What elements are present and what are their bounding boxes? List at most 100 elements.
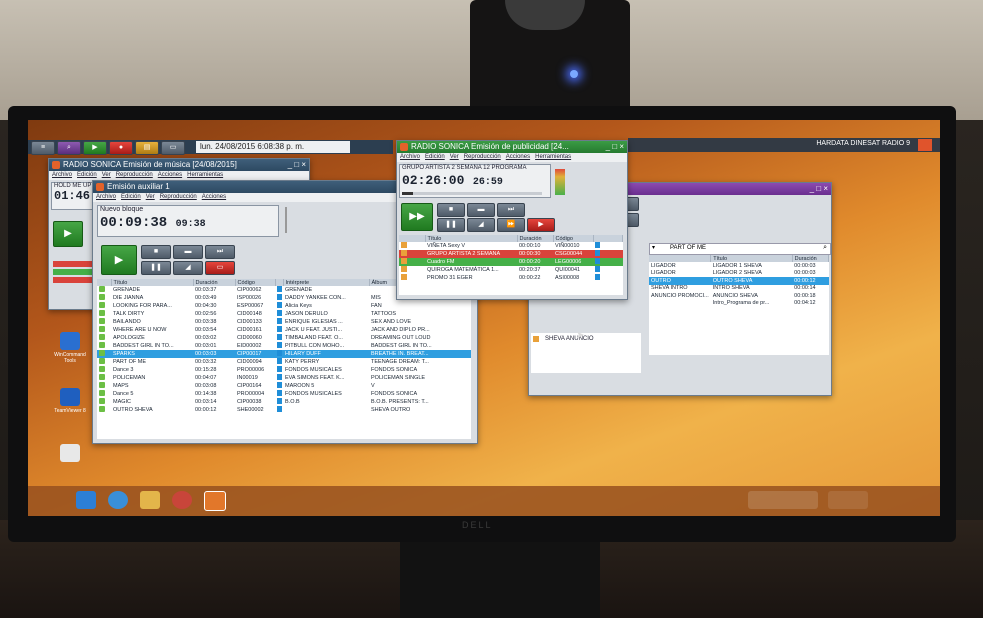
table-row[interactable]: MAGIC 00:03:14 CIP00038 B.O.B B.O.B. PRESENT… — [97, 398, 471, 406]
table-row[interactable]: TALK DIRTY 00:02:56 CID00148 JASON DERULO TA… — [97, 310, 471, 318]
chrome-icon[interactable] — [172, 491, 192, 509]
menu-archivo[interactable]: Archivo — [96, 194, 116, 200]
aux-next-button[interactable]: ⏭ — [205, 245, 235, 259]
table-row[interactable]: GRUPO ARTISTA 2 SEMANA 00:00:30 CSG00044 — [399, 250, 623, 258]
table-row[interactable]: APOLOGIZE 00:03:02 CID00060 TIMBALAND FEAT.… — [97, 334, 471, 342]
aux-eject-button[interactable]: ▬ — [173, 245, 203, 259]
menu-reproduccion[interactable]: Reproducción — [464, 154, 501, 160]
aux-skip-button[interactable]: ◢ — [173, 261, 203, 275]
table-row[interactable]: LOOKING FOR PARA... 00:04:30 ESP00067 Alici… — [97, 302, 471, 310]
table-row[interactable]: WHERE ARE U NOW 00:03:54 CID00161 JACK U FE… — [97, 326, 471, 334]
aux-stop-button[interactable]: ■ — [141, 245, 171, 259]
table-row[interactable]: PROMO 31 EGER 00:00:22 ASI00008 — [399, 274, 623, 282]
search-button[interactable]: ⌕ — [57, 141, 81, 155]
table-row[interactable]: PART OF ME 00:03:32 CID00094 KATY PERRY TEEN… — [97, 358, 471, 366]
dinesat-icon[interactable] — [204, 491, 226, 511]
menu-edicion[interactable]: Edición — [425, 154, 445, 160]
check-icon — [99, 286, 105, 292]
ads-stop-button[interactable]: ■ — [437, 203, 465, 217]
windows-start-icon[interactable] — [76, 491, 96, 509]
menu-archivo[interactable]: Archivo — [400, 154, 420, 160]
cell-tag — [593, 250, 623, 258]
ads-play-button[interactable]: ▶▶ — [401, 203, 433, 231]
table-row[interactable]: Intro_Programa de pr... 00:04:12 — [649, 300, 829, 308]
play-button[interactable]: ▶ — [83, 141, 107, 155]
tag-icon — [277, 350, 282, 356]
cell-duration: 00:03:02 — [195, 335, 217, 341]
ie-icon[interactable] — [108, 491, 128, 509]
menu-acciones[interactable]: Acciones — [506, 154, 530, 160]
table-row[interactable]: LIGADOR LIGADOR 2 SHEVA 00:00:03 — [649, 270, 829, 278]
menu-ver[interactable]: Ver — [450, 154, 459, 160]
cell-tag — [275, 406, 283, 414]
table-row[interactable]: BADDEST GIRL IN TO... 00:03:01 EID00002 PIT… — [97, 342, 471, 350]
menu-reproduccion[interactable]: Reproducción — [160, 194, 197, 200]
cell-title: SPARKS — [111, 350, 193, 358]
menu-acciones[interactable]: Acciones — [158, 172, 182, 178]
table-row[interactable]: QUIROGA MATEMÁTICA 1... 00:20:37 QUI00041 — [399, 266, 623, 274]
menu-button[interactable]: ≡ — [31, 141, 55, 155]
menu-ver[interactable]: Ver — [102, 172, 111, 178]
table-row[interactable]: Cuadro FM 00:00:20 LEG00006 — [399, 258, 623, 266]
search-dropdown-icon[interactable]: ▾ — [652, 244, 655, 251]
table-row[interactable]: SHEVA INTRO INTRO SHEVA 00:00:14 — [649, 285, 829, 293]
menu-acciones[interactable]: Acciones — [202, 194, 226, 200]
table-row[interactable]: BAILANDO 00:03:38 CID00133 ENRIQUE IGLESIAS… — [97, 318, 471, 326]
record-button[interactable]: ● — [109, 141, 133, 155]
menu-ver[interactable]: Ver — [146, 194, 155, 200]
menu-archivo[interactable]: Archivo — [52, 172, 72, 178]
folder-icon[interactable] — [140, 491, 160, 509]
menu-edicion[interactable]: Edición — [77, 172, 97, 178]
menu-edicion[interactable]: Edición — [121, 194, 141, 200]
cell-code: CIP00017 — [235, 350, 275, 358]
aux-record-button[interactable]: ▭ — [205, 261, 235, 275]
menu-herramientas[interactable]: Herramientas — [187, 172, 223, 178]
ads-eject-button[interactable]: ▬ — [467, 203, 495, 217]
table-row[interactable]: OUTRO OUTRO SHEVA 00:00:12 — [649, 277, 829, 285]
library-search-input[interactable]: PART OF ME — [670, 245, 706, 251]
aux-pause-button[interactable]: ❚❚ — [141, 261, 171, 275]
col-duration[interactable]: Duración — [193, 279, 236, 286]
ads-record-button[interactable]: ▶ — [527, 218, 555, 232]
cell: 00:00:12 — [792, 277, 829, 285]
screen: ≡ ⌕ ▶ ● ▤ ▭ lun. 24/08/2015 6:08:38 p. m… — [28, 120, 940, 516]
check-icon — [99, 366, 105, 372]
col-code[interactable]: Código — [553, 235, 594, 242]
cell: OUTRO SHEVA — [710, 277, 793, 285]
table-row[interactable]: SPARKS 00:03:03 CIP00017 HILARY DUFF BREATHE… — [97, 350, 471, 358]
table-row[interactable]: VIÑETA Sexy V 00:00:10 VIÑ00010 — [399, 242, 623, 250]
cell-artist: PITBULL CON MOHO... — [285, 343, 345, 349]
col-title[interactable]: Título — [425, 235, 518, 242]
col-title[interactable]: Título — [111, 279, 194, 286]
window-controls[interactable]: _ □ × — [288, 159, 306, 171]
table-row[interactable]: LIGADOR LIGADOR 1 SHEVA 00:00:03 — [649, 262, 829, 270]
col-code[interactable]: Código — [235, 279, 276, 286]
table-row[interactable]: POLICEMAN 00:04:07 IN00019 EVA SIMONS FEAT.… — [97, 374, 471, 382]
aux-play-button[interactable]: ▶ — [101, 245, 137, 275]
col-artist[interactable]: Intérprete — [283, 279, 370, 286]
music-play-button[interactable]: ▶ — [53, 221, 83, 247]
left-row-label[interactable]: SHEVA ANUNCIO — [545, 336, 594, 342]
app-icon — [400, 143, 408, 151]
menu-herramientas[interactable]: Herramientas — [535, 154, 571, 160]
ads-forward-button[interactable]: ⏩ — [497, 218, 525, 232]
desktop-icon-file[interactable] — [50, 444, 90, 464]
table-row[interactable]: MAPS 00:03:08 CIP00164 MAROON 5 V — [97, 382, 471, 390]
list-button[interactable]: ▤ — [135, 141, 159, 155]
table-row[interactable]: OUTRO SHEVA 00:00:12 SHE00002 SHEVA OUTRO — [97, 406, 471, 414]
table-row[interactable]: Dance 5 00:14:38 PRO00004 FONDOS MUSICALES F… — [97, 390, 471, 398]
cell-tag — [593, 274, 623, 282]
table-row[interactable]: Dance 3 00:15:28 PRO00006 FONDOS MUSICALES F… — [97, 366, 471, 374]
desktop-icon-teamviewer[interactable]: TeamViewer 8 — [50, 388, 90, 414]
menu-reproduccion[interactable]: Reproducción — [116, 172, 153, 178]
search-icon[interactable]: ⌕ — [823, 244, 827, 252]
ads-pause-button[interactable]: ❚❚ — [437, 218, 465, 232]
window-controls[interactable]: _ □ × — [606, 141, 624, 153]
col-duration[interactable]: Duración — [517, 235, 554, 242]
table-row[interactable]: ANUNCIO PROMOCI... ANUNCIO SHEVA 00:00:18 — [649, 292, 829, 300]
desktop-icon-wincommand[interactable]: WinCommand Tools — [50, 332, 90, 364]
options-button[interactable]: ▭ — [161, 141, 185, 155]
ads-skip-button[interactable]: ◢ — [467, 218, 495, 232]
ads-next-button[interactable]: ⏭ — [497, 203, 525, 217]
ads-time-small: 26:59 — [472, 177, 503, 188]
